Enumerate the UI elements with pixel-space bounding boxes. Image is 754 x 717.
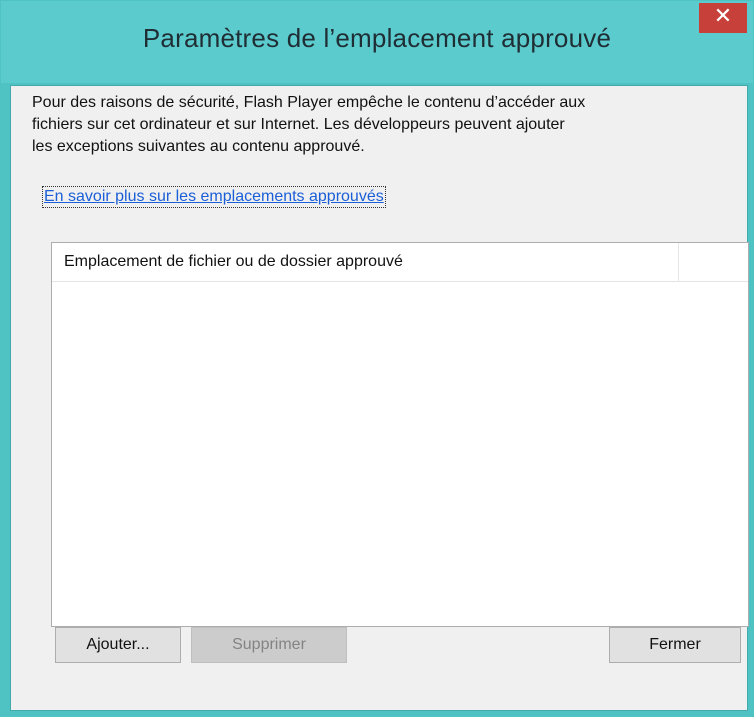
close-window-button[interactable]: ✕ xyxy=(699,3,747,33)
close-icon: ✕ xyxy=(713,4,733,29)
description-text: Pour des raisons de sécurité, Flash Play… xyxy=(32,92,732,158)
description-line: les exceptions suivantes au contenu appr… xyxy=(32,138,365,155)
description-line: fichiers sur cet ordinateur et sur Inter… xyxy=(32,116,565,133)
description-line: Pour des raisons de sécurité, Flash Play… xyxy=(32,94,586,111)
remove-button: Supprimer xyxy=(191,627,347,663)
window-title: Paramètres de l’emplacement approuvé xyxy=(142,23,612,53)
title-bar[interactable]: Paramètres de l’emplacement approuvé xyxy=(1,1,753,83)
list-header: Emplacement de fichier ou de dossier app… xyxy=(52,243,748,282)
close-button[interactable]: Fermer xyxy=(609,627,741,663)
dialog-window: Paramètres de l’emplacement approuvé ✕ P… xyxy=(0,0,754,717)
column-header-filler xyxy=(680,243,748,281)
trusted-locations-list[interactable]: Emplacement de fichier ou de dossier app… xyxy=(51,242,749,627)
learn-more-link[interactable]: En savoir plus sur les emplacements appr… xyxy=(42,186,386,208)
add-button[interactable]: Ajouter... xyxy=(55,627,181,663)
dialog-body: Pour des raisons de sécurité, Flash Play… xyxy=(10,85,749,711)
column-header-location[interactable]: Emplacement de fichier ou de dossier app… xyxy=(52,243,679,281)
